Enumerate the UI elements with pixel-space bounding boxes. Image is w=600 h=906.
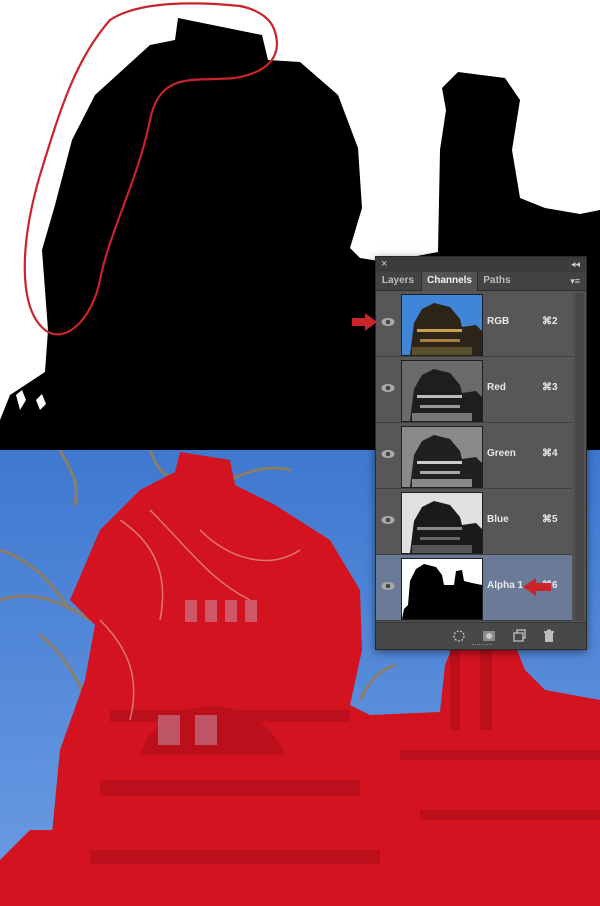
panel-footer: [376, 622, 586, 649]
eye-icon[interactable]: [381, 317, 395, 327]
channel-row-blue[interactable]: Blue ⌘5: [376, 489, 572, 555]
channels-panel: × ◂◂ Layers Channels Paths ▾≡ RGB ⌘2 Red…: [375, 256, 587, 650]
channel-thumbnail-rgb: [401, 294, 483, 356]
eye-icon[interactable]: [381, 449, 395, 459]
save-selection-icon[interactable]: [482, 629, 496, 643]
channel-shortcut: ⌘3: [542, 382, 558, 393]
channel-shortcut: ⌘5: [542, 514, 558, 525]
eye-icon[interactable]: [381, 581, 395, 591]
channel-thumbnail-red: [401, 360, 483, 422]
eye-icon[interactable]: [381, 515, 395, 525]
channel-row-red[interactable]: Red ⌘3: [376, 357, 572, 423]
channel-name: RGB: [487, 316, 510, 327]
arrow-annotation-alpha: [523, 578, 551, 596]
tab-layers[interactable]: Layers: [376, 272, 420, 290]
tab-paths[interactable]: Paths: [477, 272, 517, 290]
channel-thumbnail-green: [401, 426, 483, 488]
panel-tabs: Layers Channels Paths ▾≡: [376, 272, 586, 291]
channel-thumbnail-alpha: [401, 558, 483, 620]
channel-row-rgb[interactable]: RGB ⌘2: [376, 291, 572, 357]
new-channel-icon[interactable]: [512, 629, 526, 643]
collapse-icon[interactable]: ◂◂: [571, 257, 580, 272]
trash-icon[interactable]: [542, 629, 556, 643]
channel-shortcut: ⌘2: [542, 316, 558, 327]
channel-shortcut: ⌘4: [542, 448, 558, 459]
panel-menu-icon[interactable]: ▾≡: [570, 272, 580, 290]
close-icon[interactable]: ×: [381, 257, 387, 272]
channel-row-green[interactable]: Green ⌘4: [376, 423, 572, 489]
channel-name: Green: [487, 448, 516, 459]
eye-icon[interactable]: [381, 383, 395, 393]
channel-thumbnail-blue: [401, 492, 483, 554]
channel-list-scrollbar[interactable]: [575, 293, 584, 621]
tab-channels[interactable]: Channels: [421, 272, 478, 291]
load-selection-icon[interactable]: [452, 629, 466, 643]
channel-name: Red: [487, 382, 506, 393]
panel-resize-grip[interactable]: [472, 644, 492, 648]
arrow-annotation-rgb: [352, 313, 377, 331]
channel-name: Blue: [487, 514, 509, 525]
channel-name: Alpha 1: [487, 580, 524, 591]
channel-list: RGB ⌘2 Red ⌘3 Green ⌘4 Blue ⌘5 Alpha 1: [376, 291, 572, 621]
panel-titlebar: × ◂◂: [376, 257, 586, 272]
